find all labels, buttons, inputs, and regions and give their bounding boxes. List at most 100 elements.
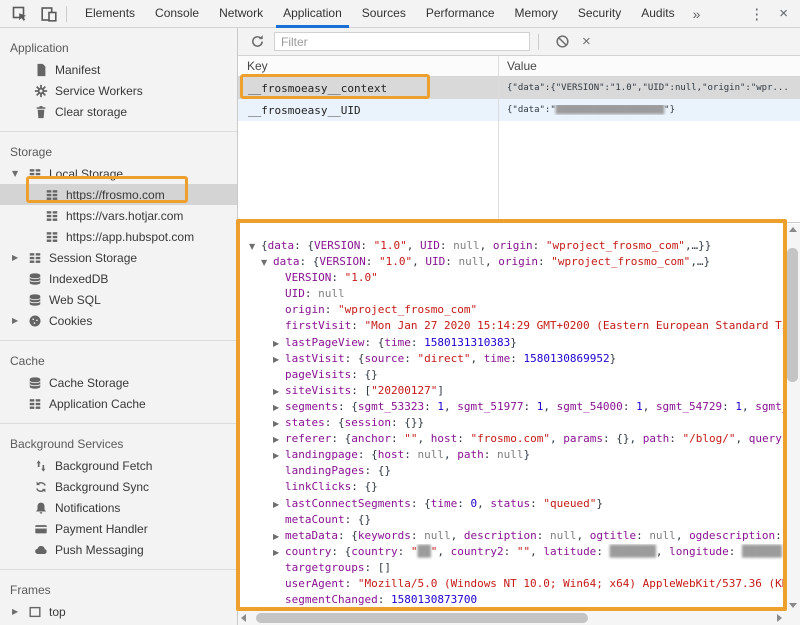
json-key: landingPages	[285, 464, 364, 477]
vertical-scroll-thumb[interactable]	[787, 248, 798, 382]
tab-elements[interactable]: Elements	[75, 0, 145, 28]
device-toolbar-icon[interactable]	[40, 5, 58, 23]
tree-line[interactable]: ▶lastPageView: {time: 1580131310383}	[238, 335, 784, 351]
column-header-value[interactable]: Value	[498, 56, 800, 76]
expand-arrow-icon[interactable]: ▶	[273, 432, 285, 447]
tree-line[interactable]: ▶siteVisits: ["20200127"]	[238, 383, 784, 399]
sidebar-item-notifications[interactable]: Notifications	[0, 497, 237, 518]
tree-line[interactable]: origin: "wproject_frosmo_com"	[238, 302, 784, 318]
tree-line[interactable]: segmentChanged: 1580130873700	[238, 592, 784, 608]
sidebar-item-background-sync[interactable]: Background Sync	[0, 476, 237, 497]
collapse-arrow-icon[interactable]: ▼	[249, 239, 261, 254]
tab-sources[interactable]: Sources	[352, 0, 416, 28]
sidebar-item-clear-storage[interactable]: Clear storage	[0, 101, 237, 122]
more-tabs-icon[interactable]: »	[685, 6, 709, 22]
tree-line[interactable]: userAgent: "Mozilla/5.0 (Windows NT 10.0…	[238, 576, 784, 592]
sidebar-item-application-cache[interactable]: Application Cache	[0, 393, 237, 414]
sidebar-item-manifest[interactable]: Manifest	[0, 59, 237, 80]
tree-line[interactable]: ▼data: {VERSION: "1.0", UID: null, origi…	[238, 254, 784, 270]
file-icon	[34, 63, 48, 77]
tab-console[interactable]: Console	[145, 0, 209, 28]
expand-arrow-icon[interactable]: ▶	[273, 336, 285, 351]
sidebar-item-cache-storage[interactable]: Cache Storage	[0, 372, 237, 393]
tree-line[interactable]: ▶referer: {anchor: "", host: "frosmo.com…	[238, 431, 784, 447]
tree-line[interactable]: ▶lastConnectSegments: {time: 0, status: …	[238, 496, 784, 512]
storage-value-cell[interactable]: {"data":{"VERSION":"1.0","UID":null,"ori…	[498, 83, 800, 93]
tab-security[interactable]: Security	[568, 0, 631, 28]
expand-arrow-icon[interactable]: ▶	[273, 400, 285, 415]
tree-line[interactable]: ▶metaData: {keywords: null, description:…	[238, 528, 784, 544]
vertical-scrollbar[interactable]	[785, 224, 800, 611]
storage-key-cell[interactable]: __frosmoeasy__context	[238, 82, 498, 95]
expand-arrow-icon[interactable]: ▶	[273, 384, 285, 399]
tree-line[interactable]: firstVisit: "Mon Jan 27 2020 15:14:29 GM…	[238, 318, 784, 334]
storage-value-cell[interactable]: {"data":"████████████████████"}	[498, 105, 800, 115]
clear-all-icon[interactable]	[553, 33, 571, 51]
tab-network[interactable]: Network	[209, 0, 273, 28]
expand-arrow-icon[interactable]: ▶	[273, 352, 285, 367]
tree-line[interactable]: ▼{data: {VERSION: "1.0", UID: null, orig…	[238, 238, 784, 254]
expand-arrow-icon[interactable]: ▶	[273, 416, 285, 431]
sidebar-item-push-messaging[interactable]: Push Messaging	[0, 539, 237, 560]
scroll-right-icon[interactable]	[777, 614, 782, 622]
sidebar-item-top[interactable]: ▶top	[0, 601, 237, 622]
sidebar-item-https-vars-hotjar-com[interactable]: https://vars.hotjar.com	[0, 205, 237, 226]
table-row[interactable]: __frosmoeasy__UID{"data":"██████████████…	[238, 99, 800, 121]
tree-line[interactable]: ▶lastVisit: {source: "direct", time: 158…	[238, 351, 784, 367]
json-key: UID	[425, 255, 445, 268]
horizontal-scrollbar[interactable]	[238, 611, 785, 625]
tree-line[interactable]: ▶landingpage: {host: null, path: null}	[238, 447, 784, 463]
close-devtools-icon[interactable]: ×	[773, 5, 800, 22]
tab-audits[interactable]: Audits	[631, 0, 684, 28]
sidebar-item-https-app-hubspot-com[interactable]: https://app.hubspot.com	[0, 226, 237, 247]
collapse-arrow-icon[interactable]: ▼	[261, 255, 273, 270]
expand-arrow-icon[interactable]: ▶	[273, 529, 285, 544]
tree-line[interactable]: landingPages: {}	[238, 463, 784, 479]
refresh-icon[interactable]	[248, 33, 266, 51]
sidebar-item-web-sql[interactable]: Web SQL	[0, 289, 237, 310]
scroll-up-icon[interactable]	[789, 227, 797, 232]
tree-line[interactable]: UID: null	[238, 286, 784, 302]
inspect-element-icon[interactable]	[11, 5, 29, 23]
devtools-menu-icon[interactable]: ⋮	[740, 5, 773, 23]
expand-arrow-icon[interactable]: ▶	[12, 607, 28, 616]
column-resize-divider[interactable]	[498, 56, 499, 222]
sidebar-item-payment-handler[interactable]: Payment Handler	[0, 518, 237, 539]
json-value: : {	[325, 416, 345, 429]
tab-performance[interactable]: Performance	[416, 0, 505, 28]
tree-line[interactable]: pageVisits: {}	[238, 367, 784, 383]
expand-arrow-icon[interactable]: ▶	[273, 448, 285, 463]
tab-memory[interactable]: Memory	[505, 0, 568, 28]
sidebar-item-indexeddb[interactable]: IndexedDB	[0, 268, 237, 289]
delete-selected-icon[interactable]: ×	[582, 33, 591, 50]
sidebar-item-https-frosmo-com[interactable]: https://frosmo.com	[0, 184, 237, 205]
json-key: lastVisit	[285, 352, 345, 365]
horizontal-scroll-thumb[interactable]	[256, 613, 588, 623]
collapse-arrow-icon[interactable]: ▼	[12, 169, 28, 178]
filter-input[interactable]	[274, 32, 530, 51]
tree-line[interactable]: ▶states: {session: {}}	[238, 415, 784, 431]
tree-line[interactable]: metaCount: {}	[238, 512, 784, 528]
sidebar-item-service-workers[interactable]: Service Workers	[0, 80, 237, 101]
sidebar-item-background-fetch[interactable]: Background Fetch	[0, 455, 237, 476]
tab-application[interactable]: Application	[273, 0, 352, 28]
tree-line[interactable]: VERSION: "1.0"	[238, 270, 784, 286]
tree-line[interactable]: ▶segments: {sgmt_53323: 1, sgmt_51977: 1…	[238, 399, 784, 415]
expand-arrow-icon[interactable]: ▶	[12, 316, 28, 325]
expand-arrow-icon[interactable]: ▶	[273, 545, 285, 560]
expand-arrow-icon[interactable]: ▶	[273, 497, 285, 512]
sidebar-item-local-storage[interactable]: ▼Local Storage	[0, 163, 237, 184]
tree-line[interactable]: linkClicks: {}	[238, 479, 784, 495]
tree-line[interactable]: targetgroups: []	[238, 560, 784, 576]
table-row[interactable]: __frosmoeasy__context{"data":{"VERSION":…	[238, 77, 800, 99]
expand-arrow-icon[interactable]: ▶	[12, 253, 28, 262]
storage-key-cell[interactable]: __frosmoeasy__UID	[238, 104, 498, 117]
value-text: {"data":"	[507, 105, 556, 115]
tree-line[interactable]: ▶country: {country: "██", country2: "", …	[238, 544, 784, 560]
json-value: :	[398, 545, 411, 558]
scroll-down-icon[interactable]	[789, 603, 797, 608]
sidebar-item-cookies[interactable]: ▶Cookies	[0, 310, 237, 331]
sidebar-item-session-storage[interactable]: ▶Session Storage	[0, 247, 237, 268]
scroll-left-icon[interactable]	[241, 614, 246, 622]
column-header-key[interactable]: Key	[238, 56, 498, 76]
